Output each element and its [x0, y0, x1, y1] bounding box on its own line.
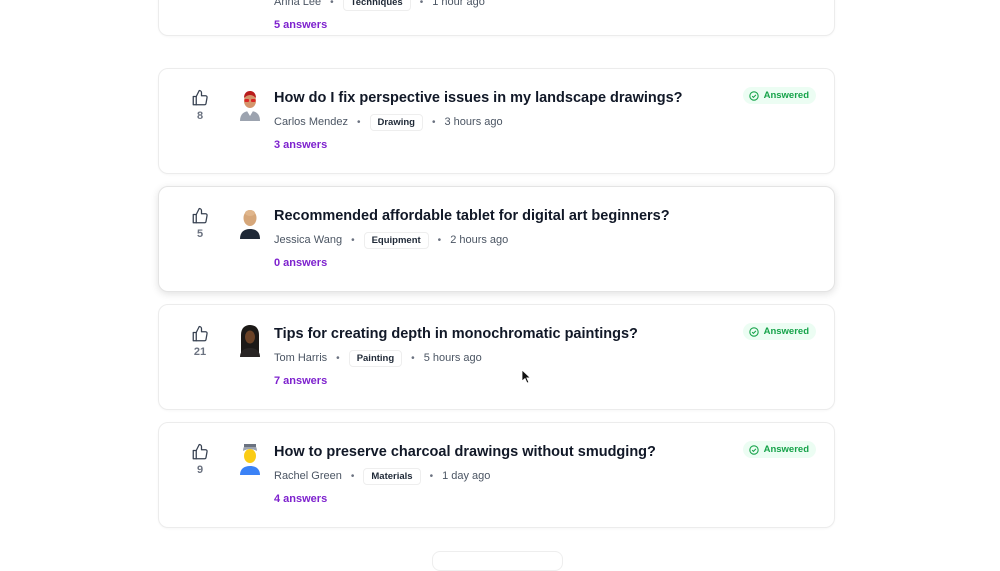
avatar-blonde-icon — [240, 444, 260, 475]
question-content: How to preserve charcoal drawings withou… — [274, 443, 814, 507]
separator-dot: • — [411, 352, 415, 364]
mouse-cursor-icon — [521, 369, 531, 384]
category-tag[interactable]: Techniques — [342, 0, 411, 11]
post-time: 2 hours ago — [450, 234, 509, 246]
answers-link[interactable]: 7 answers — [274, 375, 327, 387]
separator-dot: • — [429, 470, 434, 482]
question-meta: Rachel Green • Materials • 1 day ago — [274, 467, 814, 485]
check-circle-icon — [748, 326, 759, 337]
category-tag[interactable]: Equipment — [363, 231, 429, 249]
question-content: Tips for creating depth in monochromatic… — [274, 325, 814, 389]
author-name[interactable]: Anna Lee — [274, 0, 321, 8]
question-card[interactable]: Anna Lee • Techniques • 1 hour ago 5 ans… — [158, 0, 835, 36]
post-time: 1 day ago — [442, 470, 491, 482]
vote-count: 8 — [196, 110, 204, 122]
post-time: 3 hours ago — [444, 116, 503, 128]
answered-label: Answered — [763, 444, 809, 455]
question-card[interactable]: 21 Tips for creating depth in monochroma… — [158, 304, 835, 410]
category-tag[interactable]: Painting — [348, 349, 403, 367]
question-content: How do I fix perspective issues in my la… — [274, 89, 814, 153]
answered-badge: Answered — [742, 87, 816, 104]
separator-dot: • — [356, 116, 361, 128]
question-content: Recommended affordable tablet for digita… — [274, 207, 814, 271]
separator-dot: • — [330, 0, 334, 8]
vote-count: 21 — [193, 346, 207, 358]
answered-badge: Answered — [742, 441, 816, 458]
avatar-red-glasses-icon — [240, 91, 260, 121]
question-meta: Jessica Wang • Equipment • 2 hours ago — [274, 231, 814, 249]
question-meta: Tom Harris • Painting • 5 hours ago — [274, 349, 814, 367]
separator-dot: • — [419, 0, 424, 8]
vote-count: 9 — [196, 464, 204, 476]
answers-link[interactable]: 4 answers — [274, 493, 327, 505]
question-title[interactable]: How do I fix perspective issues in my la… — [274, 89, 814, 107]
question-card[interactable]: 5 Recommended affordable tablet for digi… — [158, 186, 835, 292]
thumbs-up-icon[interactable] — [191, 89, 209, 107]
separator-dot: • — [336, 352, 340, 364]
answers-link[interactable]: 3 answers — [274, 139, 327, 151]
question-title[interactable]: Tips for creating depth in monochromatic… — [274, 325, 814, 343]
avatar-long-hair-icon — [240, 325, 260, 357]
question-card[interactable]: 8 How do I fix perspective issues in my … — [158, 68, 835, 174]
vote-box: 21 — [189, 325, 211, 358]
thumbs-up-icon[interactable] — [191, 443, 209, 461]
thumbs-up-icon[interactable] — [191, 207, 209, 225]
vote-box: 8 — [189, 89, 211, 122]
question-content: Anna Lee • Techniques • 1 hour ago 5 ans… — [274, 0, 814, 33]
pagination-bar[interactable] — [432, 551, 563, 571]
thumbs-up-icon[interactable] — [191, 325, 209, 343]
question-meta: Anna Lee • Techniques • 1 hour ago — [274, 0, 814, 11]
author-name[interactable]: Carlos Mendez — [274, 116, 348, 128]
avatar-bald-icon — [240, 210, 260, 239]
separator-dot: • — [351, 234, 355, 246]
question-title[interactable]: How to preserve charcoal drawings withou… — [274, 443, 814, 461]
separator-dot: • — [431, 116, 436, 128]
answered-label: Answered — [763, 90, 809, 101]
question-meta: Carlos Mendez • Drawing • 3 hours ago — [274, 113, 814, 131]
category-tag[interactable]: Materials — [363, 467, 421, 485]
answered-badge: Answered — [742, 323, 816, 340]
separator-dot: • — [437, 234, 442, 246]
vote-box: 5 — [189, 207, 211, 240]
author-name[interactable]: Rachel Green — [274, 470, 342, 482]
answers-link[interactable]: 5 answers — [274, 19, 327, 31]
check-circle-icon — [748, 444, 759, 455]
author-name[interactable]: Jessica Wang — [274, 234, 342, 246]
answers-link[interactable]: 0 answers — [274, 257, 327, 269]
category-tag[interactable]: Drawing — [369, 113, 423, 131]
separator-dot: • — [350, 470, 355, 482]
post-time: 1 hour ago — [432, 0, 485, 8]
vote-count: 5 — [196, 228, 204, 240]
answered-label: Answered — [763, 326, 809, 337]
question-title[interactable]: Recommended affordable tablet for digita… — [274, 207, 814, 225]
vote-box: 9 — [189, 443, 211, 476]
question-card[interactable]: 9 How to preserve charcoal drawings with… — [158, 422, 835, 528]
author-name[interactable]: Tom Harris — [274, 352, 327, 364]
check-circle-icon — [748, 90, 759, 101]
post-time: 5 hours ago — [423, 352, 482, 364]
